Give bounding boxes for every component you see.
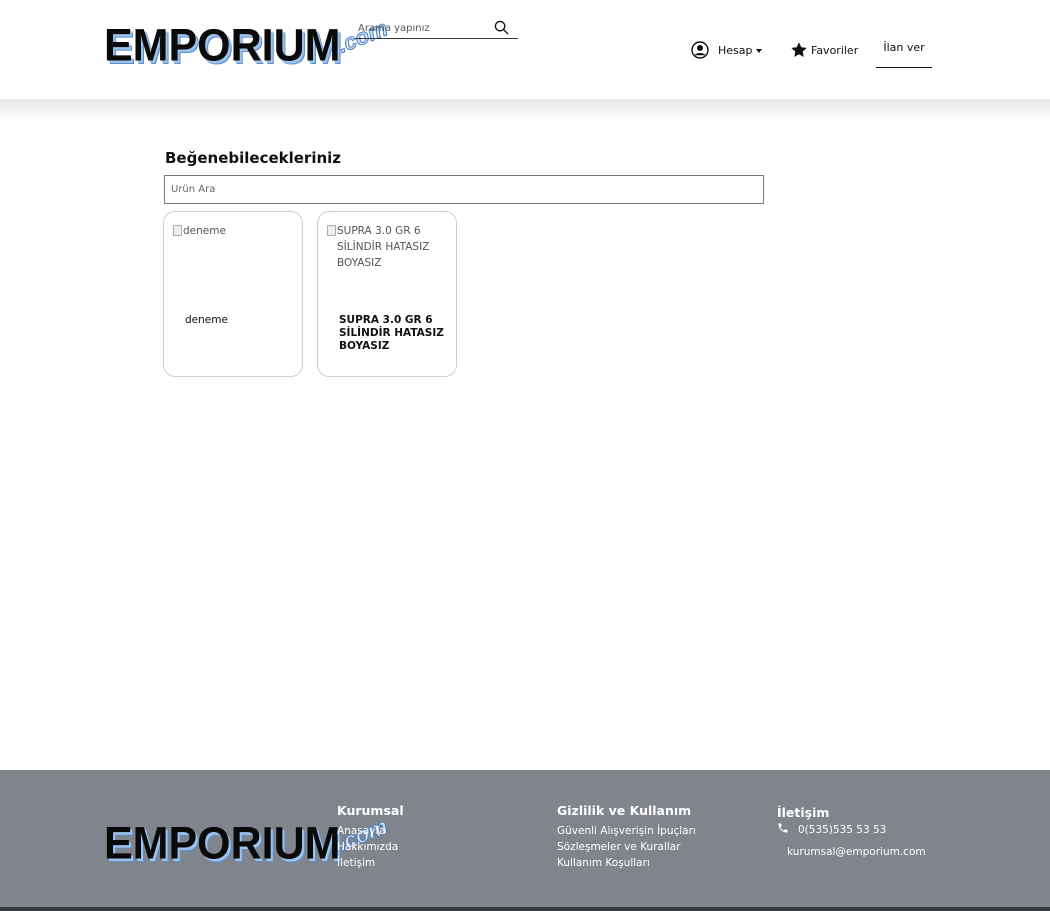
footer-email[interactable]: kurumsal@emporium.com bbox=[787, 846, 926, 858]
page-title: Beğenebilecekleriniz bbox=[165, 149, 342, 167]
account-label: Hesap bbox=[718, 43, 753, 57]
footer-heading: İletişim bbox=[777, 805, 830, 820]
logo-text: EMPORIUM bbox=[104, 818, 341, 870]
site-header: EMPORIUM.com Hesap Favoriler İlan ver bbox=[0, 0, 1050, 99]
site-logo[interactable]: EMPORIUM.com bbox=[104, 15, 392, 72]
footer-heading: Kurumsal bbox=[337, 803, 404, 818]
footer-bottom-bar bbox=[0, 907, 1050, 911]
footer-link-safe-shopping[interactable]: Güvenli Alışverişin İpuçları bbox=[557, 823, 696, 839]
favorites-link[interactable]: Favoriler bbox=[790, 41, 858, 59]
post-ad-button[interactable]: İlan ver bbox=[876, 30, 932, 68]
product-image-alt: SUPRA 3.0 GR 6 SİLİNDİR HATASIZ BOYASIZ bbox=[337, 225, 430, 269]
footer-link-contact[interactable]: İletişim bbox=[337, 855, 404, 871]
product-name[interactable]: deneme bbox=[185, 314, 228, 327]
footer-heading: Gizlilik ve Kullanım bbox=[557, 803, 692, 818]
product-image-alt: deneme bbox=[183, 225, 226, 237]
footer-contact-column: İletişim 0(535)535 53 53 kurumsal@empori… bbox=[777, 805, 926, 858]
favorites-label: Favoriler bbox=[811, 43, 859, 57]
footer-phone: 0(535)535 53 53 bbox=[777, 823, 926, 836]
product-card[interactable]: SUPRA 3.0 GR 6 SİLİNDİR HATASIZ BOYASIZ … bbox=[317, 211, 457, 377]
star-icon bbox=[791, 42, 807, 57]
caret-down-icon bbox=[755, 49, 762, 53]
footer-phone-number: 0(535)535 53 53 bbox=[798, 824, 887, 836]
product-name[interactable]: SUPRA 3.0 GR 6 SİLİNDİR HATASIZ BOYASIZ bbox=[339, 314, 449, 353]
product-search-input[interactable] bbox=[164, 175, 764, 204]
search-icon[interactable] bbox=[494, 20, 509, 35]
site-footer: EMPORIUM.com Kurumsal Anasayfa Hakkımızd… bbox=[0, 770, 1050, 911]
footer-privacy-column: Gizlilik ve Kullanım Güvenli Alışverişin… bbox=[557, 803, 696, 871]
product-card[interactable]: deneme deneme bbox=[163, 211, 303, 377]
header-shadow bbox=[0, 99, 1050, 121]
user-circle-icon bbox=[691, 41, 709, 59]
phone-icon bbox=[778, 823, 788, 833]
footer-link-about[interactable]: Hakkımızda bbox=[337, 839, 404, 855]
product-image[interactable]: SUPRA 3.0 GR 6 SİLİNDİR HATASIZ BOYASIZ bbox=[327, 223, 449, 271]
header-search bbox=[355, 16, 518, 40]
footer-corporate-column: Kurumsal Anasayfa Hakkımızda İletişim bbox=[337, 803, 404, 871]
account-menu[interactable]: Hesap bbox=[691, 40, 762, 60]
search-input[interactable] bbox=[355, 17, 490, 40]
footer-link-terms[interactable]: Kullanım Koşulları bbox=[557, 855, 696, 871]
footer-link-home[interactable]: Anasayfa bbox=[337, 823, 404, 839]
logo-text: EMPORIUM bbox=[104, 20, 341, 72]
broken-image-icon bbox=[327, 225, 336, 236]
product-image[interactable]: deneme bbox=[173, 223, 295, 239]
footer-link-agreements[interactable]: Sözleşmeler ve Kurallar bbox=[557, 839, 696, 855]
broken-image-icon bbox=[173, 225, 182, 236]
